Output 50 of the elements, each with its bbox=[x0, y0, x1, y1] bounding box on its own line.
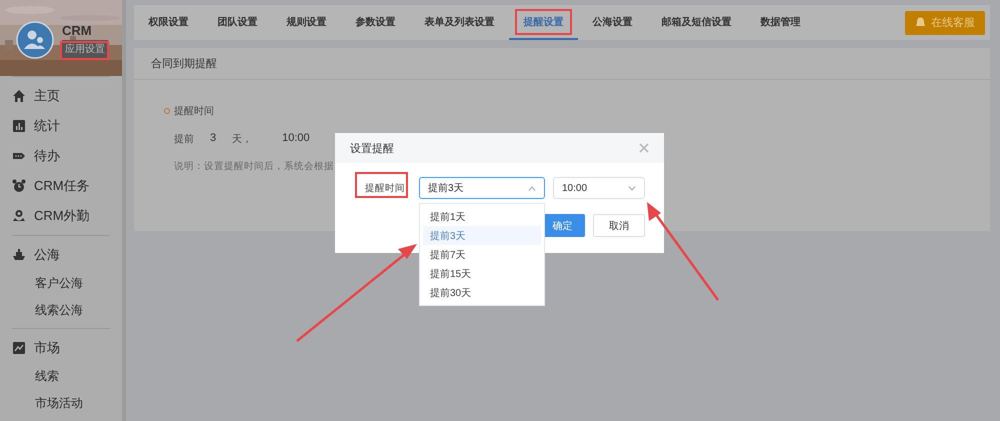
day-select[interactable]: 提前3天 bbox=[419, 177, 545, 199]
annotation-box bbox=[355, 172, 408, 198]
cancel-button[interactable]: 取消 bbox=[593, 214, 645, 237]
card-title: 合同到期提醒 bbox=[134, 48, 990, 80]
settings-tab[interactable]: 表单及列表设置 bbox=[410, 5, 509, 40]
settings-tab[interactable]: 团队设置 bbox=[203, 5, 272, 40]
sidebar-item[interactable]: CRM外勤 bbox=[12, 201, 110, 231]
sidebar-subitem[interactable]: 线索公海 bbox=[12, 297, 110, 324]
caret-up-icon bbox=[528, 186, 536, 190]
settings-tab[interactable]: 规则设置 bbox=[272, 5, 341, 40]
sidebar-subitem[interactable]: 客户公海 bbox=[12, 270, 110, 297]
reminder-text: 10:00 bbox=[282, 132, 310, 146]
reminder-text: 天， bbox=[232, 133, 252, 146]
sidebar-subitem[interactable]: 线索 bbox=[12, 363, 110, 390]
menu-icon bbox=[12, 341, 26, 355]
settings-tab[interactable]: 公海设置 bbox=[578, 5, 647, 40]
sidebar-item[interactable]: 市场 bbox=[12, 333, 110, 363]
dropdown-option[interactable]: 提前30天 bbox=[423, 283, 541, 302]
annotation-box bbox=[515, 9, 572, 35]
bullet-icon bbox=[164, 108, 170, 114]
reminder-text: 提前 bbox=[174, 133, 194, 146]
menu-icon bbox=[12, 89, 26, 103]
dialog-title: 设置提醒 bbox=[350, 142, 394, 156]
section-label: 提醒时间 bbox=[174, 104, 214, 118]
app-name: CRM bbox=[62, 22, 93, 38]
sidebar-item[interactable]: 公海 bbox=[12, 240, 110, 270]
time-select[interactable]: 10:00 bbox=[553, 177, 645, 199]
menu-icon bbox=[12, 248, 26, 262]
reminder-text: 3 bbox=[210, 132, 216, 146]
sidebar-item[interactable]: 主页 bbox=[12, 81, 110, 111]
sidebar-subitem[interactable]: 市场活动 bbox=[12, 390, 110, 417]
close-icon[interactable] bbox=[639, 143, 649, 153]
menu-icon bbox=[12, 209, 26, 223]
settings-tab[interactable]: 邮箱及短信设置 bbox=[647, 5, 746, 40]
dropdown-option[interactable]: 提前15天 bbox=[423, 264, 541, 283]
settings-tab[interactable]: 数据管理 bbox=[746, 5, 815, 40]
sidebar-item[interactable]: 待办 bbox=[12, 141, 110, 171]
dropdown-option[interactable]: 提前3天 bbox=[423, 226, 541, 245]
sidebar-item[interactable]: CRM任务 bbox=[12, 171, 110, 201]
dropdown-option[interactable]: 提前7天 bbox=[423, 245, 541, 264]
sidebar-item[interactable]: 统计 bbox=[12, 111, 110, 141]
dropdown-option[interactable]: 提前1天 bbox=[423, 207, 541, 226]
menu-icon bbox=[12, 119, 26, 133]
avatar-icon bbox=[16, 21, 54, 59]
menu-icon bbox=[12, 179, 26, 193]
settings-tab[interactable]: 参数设置 bbox=[341, 5, 410, 40]
settings-tab[interactable]: 权限设置 bbox=[134, 5, 203, 40]
caret-down-icon bbox=[628, 186, 636, 190]
note-text: 说明：设置提醒时间后，系统会根据 bbox=[174, 160, 334, 173]
field-label: 提醒时间 bbox=[365, 182, 406, 194]
